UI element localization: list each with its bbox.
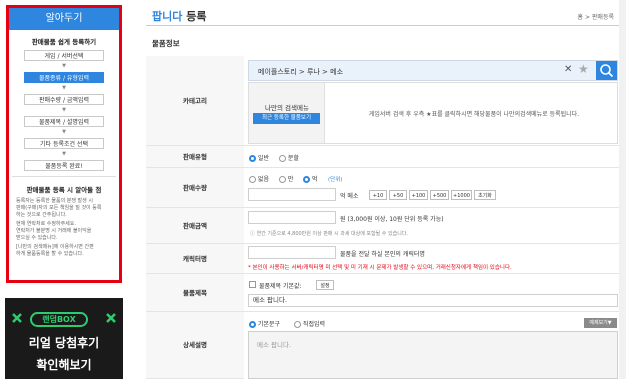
examples-button[interactable]: 예제보기▼	[584, 318, 617, 328]
page-title: 팝니다 등록	[152, 8, 206, 24]
page-title-rest: 등록	[186, 10, 207, 23]
unit-man-label: 만	[287, 176, 294, 183]
character-warning: * 본인이 사용하는 서버/캐릭터명 미 선택 및 미 기재 시 문제가 발생할…	[248, 265, 512, 271]
unit-info-link[interactable]: (단위)	[328, 175, 342, 183]
radio-icon[interactable]	[279, 155, 286, 162]
ad-headline: 리얼 당첨후기	[28, 336, 100, 350]
default-title-checkbox-label: 물품제목 기본값:	[259, 283, 302, 290]
title-setting-button[interactable]: 설정	[316, 280, 334, 290]
step-item-type[interactable]: 물품종류 / 유형입력	[24, 72, 104, 83]
my-search-menu-title: 나만의 검색메뉴	[265, 104, 309, 112]
desc-default-label: 기본문구	[257, 321, 281, 328]
breadcrumb[interactable]: 홈 > 판매등록	[578, 12, 614, 21]
step-arrow-icon: ▼	[62, 151, 66, 157]
step-arrow-icon: ▼	[62, 107, 66, 113]
unit-eok-label: 억	[311, 176, 318, 183]
quantity-label: 판매수량	[146, 168, 244, 208]
sale-type-row	[244, 146, 620, 168]
character-suffix: 물품을 전달 하실 본인의 캐릭터명	[340, 251, 425, 258]
notice-line: 하게 물품등록을 할 수 있습니다.	[16, 251, 84, 257]
step-arrow-icon: ▼	[62, 63, 66, 69]
unit-man-option[interactable]: 만	[279, 174, 293, 183]
radio-icon[interactable]	[249, 176, 256, 183]
desc-custom-option[interactable]: 직접입력	[294, 319, 325, 328]
notice-line: 연락처가 불분명 시 거래에 불이익을	[16, 228, 92, 234]
quantity-suffix: 억 메소	[340, 193, 359, 200]
add-50-button[interactable]: +50	[389, 190, 407, 200]
item-title-label: 물품제목	[146, 274, 244, 312]
add-500-button[interactable]: +500	[430, 190, 449, 200]
description-label: 상세설명	[146, 312, 244, 379]
price-input[interactable]	[248, 211, 336, 224]
price-suffix: 원 (3,000원 이상, 10원 단위 등록 가능)	[340, 216, 444, 223]
notice-line: [나만의 검색메뉴]에 이용하시면 간편	[16, 244, 94, 250]
sale-type-normal-option[interactable]: 일반	[249, 153, 269, 162]
radio-checked-icon[interactable]	[249, 321, 256, 328]
sale-type-split-label: 분할	[287, 155, 299, 162]
step-game-server[interactable]: 게임 / 서버선택	[24, 50, 104, 61]
notice-line: 등록자는 등록한 물품의 분쟁 발생 시	[16, 198, 93, 204]
sale-type-label: 판매유형	[146, 146, 244, 168]
radio-icon[interactable]	[294, 321, 301, 328]
page-title-highlight: 팝니다	[152, 10, 183, 23]
sidebar-header: 알아두기	[9, 8, 119, 30]
sidebar-divider	[12, 176, 116, 177]
unit-eok-option[interactable]: 억	[303, 174, 317, 183]
star-icon[interactable]: ★	[578, 62, 589, 76]
price-tax-note: ⓘ 연간 기준으로 4,800만원 이상 판매 시 과세 대상에 포함될 수 있…	[250, 231, 408, 237]
notice-line: 판매(구매)자의 모든 책임을 질 것이 등록	[16, 205, 102, 211]
price-label: 판매금액	[146, 208, 244, 244]
header-divider	[146, 25, 620, 26]
character-label: 캐릭터명	[146, 244, 244, 274]
quantity-input[interactable]	[248, 188, 336, 201]
category-path[interactable]: 메이플스토리 > 루나 > 메소	[258, 67, 343, 77]
clear-icon[interactable]: ✕	[564, 64, 572, 75]
default-title-checkbox[interactable]	[249, 281, 256, 288]
unit-none-option[interactable]: 없음	[249, 174, 269, 183]
ad-badge: 랜덤BOX	[30, 312, 88, 327]
scrollbar[interactable]	[619, 0, 626, 379]
desc-default-option[interactable]: 기본문구	[249, 319, 280, 328]
search-icon[interactable]	[596, 61, 617, 80]
radio-icon[interactable]	[279, 176, 286, 183]
item-title-input[interactable]: 메소 팝니다.	[248, 294, 618, 307]
add-10-button[interactable]: +10	[369, 190, 387, 200]
description-textarea[interactable]: 메소 팝니다.	[248, 331, 618, 379]
sale-type-split-option[interactable]: 분할	[279, 153, 299, 162]
add-100-button[interactable]: +100	[409, 190, 428, 200]
notice-title: 판매물품 등록 시 알아둘 점	[26, 186, 102, 194]
radio-checked-icon[interactable]	[303, 176, 310, 183]
ad-subline: 확인해보기	[36, 358, 92, 372]
step-arrow-icon: ▼	[62, 129, 66, 135]
radio-checked-icon[interactable]	[249, 155, 256, 162]
step-complete[interactable]: 물품등록 완료!	[24, 160, 104, 171]
notice-line: 받으실 수 있습니다.	[16, 235, 58, 241]
notice-line: 하는 것으로 간주됩니다.	[16, 212, 67, 218]
category-hint: 게임서버 검색 후 우측 ★표를 클릭하시면 해당물품이 나만의검색메뉴로 등록…	[368, 111, 580, 118]
desc-custom-label: 직접입력	[302, 321, 326, 328]
category-label: 카테고리	[146, 56, 244, 146]
recent-items-button[interactable]: 최근 등록한 물품보기	[253, 113, 320, 124]
character-input[interactable]	[248, 246, 336, 259]
step-title-desc[interactable]: 물품제목 / 설명입력	[24, 116, 104, 127]
step-other-conditions[interactable]: 기타 등록조건 선택	[24, 138, 104, 149]
reset-button[interactable]: 초기화	[474, 190, 496, 200]
unit-none-label: 없음	[257, 176, 269, 183]
add-1000-button[interactable]: +1000	[451, 190, 472, 200]
section-title: 물품정보	[152, 39, 180, 48]
sale-type-normal-label: 일반	[257, 155, 269, 162]
step-arrow-icon: ▼	[62, 85, 66, 91]
guide-title: 판매물품 쉽게 등록하기	[31, 38, 97, 46]
step-quantity-price[interactable]: 판매수량 / 금액입력	[24, 94, 104, 105]
notice-line: 현재 연락처로 수정하주세요.	[16, 221, 76, 227]
